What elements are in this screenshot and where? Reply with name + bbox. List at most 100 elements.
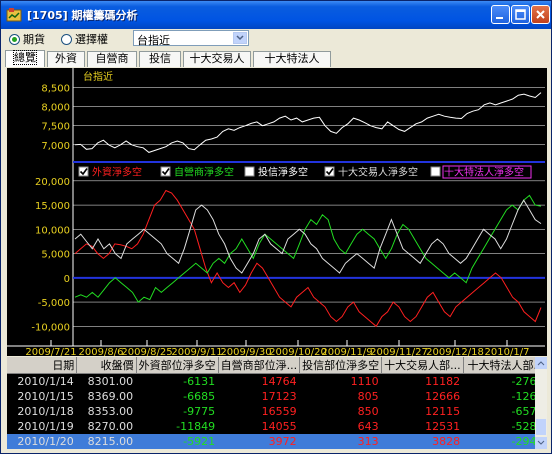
minimize-icon bbox=[496, 17, 503, 19]
column-header[interactable]: 十大特法人部... bbox=[463, 357, 547, 374]
radio-options-label: 選擇權 bbox=[75, 33, 108, 46]
chevron-down-icon[interactable] bbox=[233, 32, 247, 44]
table-cell: 2010/1/15 bbox=[17, 390, 74, 403]
chart-title: 台指近 bbox=[83, 70, 113, 83]
table-cell: 850 bbox=[357, 405, 379, 418]
tab-label: 自營商 bbox=[95, 52, 129, 65]
y-tick-label: 0 bbox=[64, 274, 70, 285]
tab-4[interactable]: 十大交易人 bbox=[183, 51, 251, 67]
tab-label: 十大交易人 bbox=[189, 52, 245, 65]
legend-label: 自營商淨多空 bbox=[174, 166, 234, 179]
control-bar: 期貨 選擇權 台指近 bbox=[1, 29, 551, 49]
y-tick-label: 7,500 bbox=[41, 122, 70, 133]
tab-strip: 總覽 外資 自營商 投信 十大交易人 十大特法人 bbox=[5, 50, 545, 67]
table-cell: -6131 bbox=[183, 375, 216, 388]
y-tick-label: 8,000 bbox=[41, 103, 70, 114]
table-cell: 2010/1/20 bbox=[7, 434, 77, 449]
close-icon bbox=[536, 10, 545, 19]
x-tick-label: 2009/10/20 bbox=[269, 347, 327, 356]
radio-futures[interactable]: 期貨 bbox=[9, 32, 45, 46]
app-icon bbox=[6, 8, 22, 22]
y-tick-label: 20,000 bbox=[35, 177, 70, 188]
tab-5[interactable]: 十大特法人 bbox=[253, 51, 331, 67]
table-cell: 14055 bbox=[261, 420, 297, 433]
table-cell: 12531 bbox=[425, 420, 461, 433]
table-cell: -5285 bbox=[511, 420, 544, 433]
tab-2[interactable]: 自營商 bbox=[87, 51, 137, 67]
window-title: [1705] 期權籌碼分析 bbox=[27, 9, 138, 22]
table-cell: 2010/1/14 bbox=[17, 375, 74, 388]
table-cell: 8301.00 bbox=[87, 375, 134, 388]
vertical-scrollbar[interactable] bbox=[535, 357, 547, 449]
series-line-0 bbox=[74, 189, 542, 328]
table-cell: 643 bbox=[357, 420, 379, 433]
x-tick-label: 2009/9/30 bbox=[220, 347, 271, 356]
title-bar[interactable]: [1705] 期權籌碼分析 bbox=[1, 1, 551, 29]
radio-options[interactable]: 選擇權 bbox=[61, 32, 108, 46]
index-price-line bbox=[74, 92, 542, 153]
scroll-arrows-icon bbox=[535, 357, 547, 449]
column-header[interactable]: 投信部位淨多空 bbox=[299, 357, 383, 374]
legend-checkbox bbox=[430, 166, 441, 177]
close-button[interactable] bbox=[531, 5, 550, 24]
table-row[interactable]: 2010/1/14 8301.00 -6131 14764 1110 11182 -2765 bbox=[7, 374, 547, 390]
x-tick-label: 2009/8/25 bbox=[121, 347, 172, 356]
maximize-icon bbox=[515, 9, 526, 20]
table-cell: 1110 bbox=[350, 375, 379, 388]
y-tick-label: 15,000 bbox=[35, 201, 70, 212]
table-cell: -6571 bbox=[511, 405, 544, 418]
radio-dot-icon bbox=[9, 33, 20, 45]
table-row[interactable]: 2010/1/18 8353.00 -9775 16559 850 12115 -6571 bbox=[7, 404, 547, 419]
column-header[interactable]: 自營商部位淨... bbox=[218, 357, 301, 374]
minimize-button[interactable] bbox=[491, 5, 510, 24]
tab-1[interactable]: 外資 bbox=[47, 51, 85, 67]
data-table: 日期 收盤價 外資部位淨多空 自營商部位淨... 投信部位淨多空 十大交易人部... 十大特… bbox=[7, 357, 547, 449]
y-tick-label: 8,500 bbox=[41, 84, 70, 95]
legend-label: 外資淨多空 bbox=[92, 166, 142, 179]
table-cell: -11849 bbox=[176, 420, 216, 433]
x-tick-label: 2009/7/21 bbox=[25, 347, 76, 356]
table-cell: 12115 bbox=[425, 405, 461, 418]
table-cell: 8353.00 bbox=[87, 405, 134, 418]
x-tick-label: 2009/11/27 bbox=[370, 347, 428, 356]
table-cell: 3972 bbox=[218, 434, 300, 449]
column-header[interactable]: 外資部位淨多空 bbox=[136, 357, 219, 374]
table-cell: -1262 bbox=[511, 390, 544, 403]
table-cell: 8215.00 bbox=[76, 434, 137, 449]
table-header-row: 日期 收盤價 外資部位淨多空 自營商部位淨... 投信部位淨多空 十大交易人部... 十大特… bbox=[7, 357, 547, 374]
table-row[interactable]: 2010/1/15 8369.00 -6685 17123 805 12666 -1262 bbox=[7, 389, 547, 404]
y-tick-label: -10,000 bbox=[31, 322, 70, 333]
legend-checkbox bbox=[244, 166, 255, 177]
column-header[interactable]: 十大交易人部... bbox=[381, 357, 464, 374]
table-cell: 313 bbox=[299, 434, 382, 449]
maximize-button[interactable] bbox=[511, 5, 530, 24]
chart-svg: 7,000 7,500 8,000 8,500 台指近 -10,000 -5,000 0 5,0… bbox=[7, 68, 545, 358]
x-tick-label: 2010/1/7 bbox=[485, 347, 530, 356]
column-header[interactable]: 日期 bbox=[7, 357, 78, 374]
table-cell: -9775 bbox=[183, 405, 216, 418]
table-row[interactable]: 2010/1/19 8270.00 -11849 14055 643 12531 -5285 bbox=[7, 419, 547, 434]
tab-label: 十大特法人 bbox=[264, 52, 320, 65]
legend-label: 十大交易人淨多空 bbox=[338, 166, 418, 179]
data-grid: 日期 收盤價 外資部位淨多空 自營商部位淨... 投信部位淨多空 十大交易人部... 十大特… bbox=[7, 357, 547, 449]
legend-label: 投信淨多空 bbox=[258, 166, 308, 179]
y-tick-label: 5,000 bbox=[41, 250, 70, 261]
tab-3[interactable]: 投信 bbox=[139, 51, 181, 67]
table-cell: 8270.00 bbox=[87, 420, 134, 433]
app-window: [1705] 期權籌碼分析 期貨 選擇權 台指近 總覽 外資 自營商 投信 十大交易人十… bbox=[0, 0, 552, 454]
table-row[interactable]: 2010/1/20 8215.00 -5921 3972 313 3828 -2946 bbox=[7, 434, 547, 449]
contract-select[interactable]: 台指近 bbox=[133, 30, 249, 47]
table-cell: 805 bbox=[357, 390, 379, 403]
tab-label: 總覽 bbox=[13, 50, 37, 65]
tab-0[interactable]: 總覽 bbox=[5, 50, 45, 67]
legend-label: 十大特法人淨多空 bbox=[444, 166, 524, 179]
x-tick-label: 2009/9/11 bbox=[171, 347, 222, 356]
table-cell: 3828 bbox=[381, 434, 464, 449]
x-tick-label: 2009/8/6 bbox=[79, 347, 124, 356]
y-tick-label: -5,000 bbox=[38, 298, 70, 309]
series-line-1 bbox=[74, 194, 542, 303]
table-cell: 11182 bbox=[425, 375, 461, 388]
table-cell: 2010/1/19 bbox=[17, 420, 74, 433]
tab-label: 投信 bbox=[149, 52, 171, 65]
column-header[interactable]: 收盤價 bbox=[76, 357, 137, 374]
